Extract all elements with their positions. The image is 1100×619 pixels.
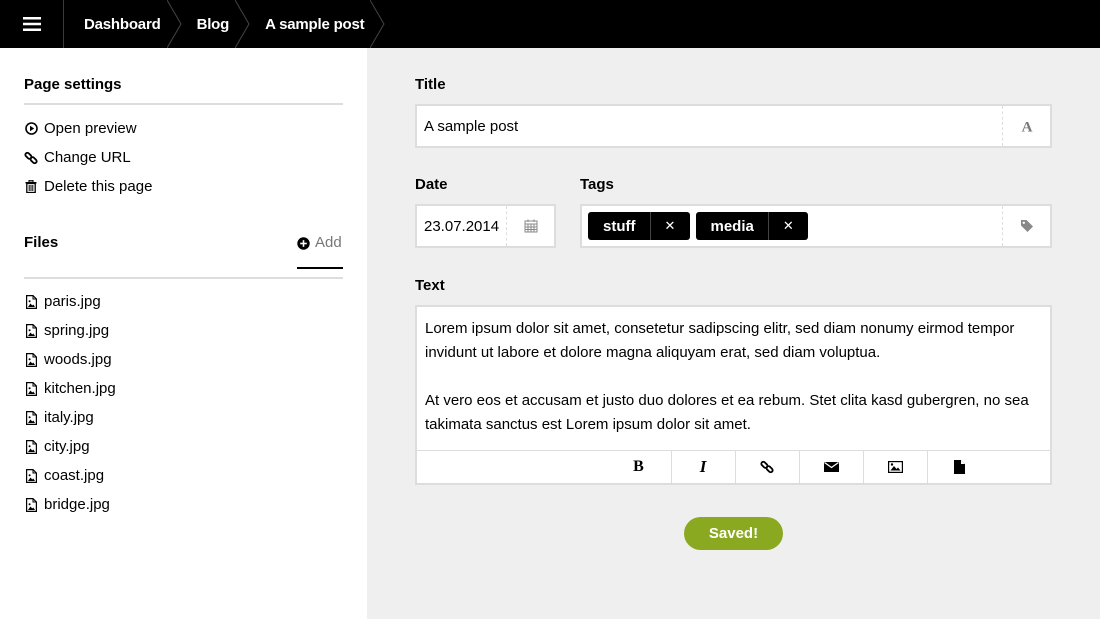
file-item[interactable]: coast.jpg [24,461,343,490]
file-icon [953,460,965,474]
breadcrumb-item-current[interactable]: A sample post [243,0,386,48]
link-button[interactable] [734,451,799,483]
action-label: Delete this page [44,178,153,195]
tag-label: stuff [603,217,636,235]
file-name: italy.jpg [44,409,94,426]
chevron-separator-icon [235,0,250,48]
tags-list: stuff ✕ media ✕ [588,212,1002,240]
text-editor-content[interactable]: Lorem ipsum dolor sit amet, consetetur s… [417,307,1050,451]
files-header: Files Add [24,221,343,279]
breadcrumb-item-blog[interactable]: Blog [175,0,250,48]
image-file-icon [24,294,38,309]
add-file-button[interactable]: Add [297,232,343,269]
title-input-value[interactable]: A sample post [417,118,1002,135]
file-name: woods.jpg [44,351,112,368]
text-paragraph: At vero eos et accusam et justo duo dolo… [425,392,1029,433]
image-file-icon [24,381,38,396]
tags-label: Tags [580,176,614,193]
breadcrumb: Dashboard Blog A sample post [64,0,386,48]
date-input-value[interactable]: 23.07.2014 [417,218,506,235]
menu-button[interactable] [0,0,64,48]
file-name: bridge.jpg [44,496,110,513]
breadcrumb-item-dashboard[interactable]: Dashboard [64,0,182,48]
file-item[interactable]: spring.jpg [24,316,343,345]
file-name: city.jpg [44,438,90,455]
page-settings-header: Page settings [24,48,343,105]
delete-page-link[interactable]: Delete this page [24,172,343,201]
image-file-icon [24,468,38,483]
email-button[interactable] [798,451,863,483]
breadcrumb-label: Dashboard [84,15,161,33]
image-file-icon [24,439,38,454]
chevron-separator-icon [166,0,182,48]
remove-tag-icon[interactable]: ✕ [767,212,808,240]
file-item[interactable]: woods.jpg [24,345,343,374]
chevron-separator-icon [370,0,386,48]
top-bar: Dashboard Blog A sample post [0,0,1100,48]
image-file-icon [24,323,38,338]
file-item[interactable]: paris.jpg [24,287,343,316]
action-label: Change URL [44,149,131,166]
file-name: spring.jpg [44,322,110,339]
sidebar: Page settings Open preview Change URL De… [0,48,367,619]
page-settings-title: Page settings [24,76,122,93]
file-name: coast.jpg [44,467,105,484]
action-label: Open preview [44,120,137,137]
italic-button[interactable]: I [670,451,735,483]
tag-icon[interactable] [1002,206,1050,246]
file-item[interactable]: city.jpg [24,432,343,461]
trash-icon [24,180,38,194]
date-label: Date [415,176,448,193]
date-field[interactable]: 23.07.2014 [415,204,556,248]
file-name: paris.jpg [44,293,101,310]
tag-label: media [710,217,754,235]
image-button[interactable] [862,451,927,483]
file-button[interactable] [926,451,991,483]
image-file-icon [24,497,38,512]
bold-button[interactable]: B [607,451,671,483]
image-file-icon [24,410,38,425]
tag-chip: stuff ✕ [588,212,690,240]
files-title: Files [24,234,59,251]
play-circle-icon [24,122,38,136]
link-icon [760,460,774,474]
file-item[interactable]: kitchen.jpg [24,374,343,403]
editor-toolbar: B I [417,450,1050,483]
file-name: kitchen.jpg [44,380,116,397]
plus-circle-icon [297,237,310,254]
image-icon [887,461,903,473]
file-item[interactable]: italy.jpg [24,403,343,432]
svg-text:A: A [1021,120,1032,134]
remove-tag-icon[interactable]: ✕ [649,212,690,240]
title-label: Title [415,76,446,93]
change-url-link[interactable]: Change URL [24,143,343,172]
text-paragraph: Lorem ipsum dolor sit amet, consetetur s… [425,320,1015,361]
text-label: Text [415,277,445,294]
image-file-icon [24,352,38,367]
tags-field[interactable]: stuff ✕ media ✕ [580,204,1052,248]
text-editor[interactable]: Lorem ipsum dolor sit amet, consetetur s… [415,305,1052,485]
envelope-icon [823,462,839,472]
tag-chip: media ✕ [695,212,808,240]
file-item[interactable]: bridge.jpg [24,490,343,519]
calendar-icon[interactable] [506,206,554,246]
add-file-label: Add [315,234,342,251]
font-icon[interactable]: A [1002,106,1050,146]
main-editor: Title A sample post A Date 23.07.2014 Ta… [367,48,1100,619]
breadcrumb-label: Blog [196,15,230,33]
page-actions-list: Open preview Change URL Delete this page [24,114,343,201]
files-list: paris.jpg spring.jpg woods.jpg kitchen.jpg i… [24,287,343,519]
hamburger-icon [22,17,41,31]
title-field[interactable]: A sample post A [415,104,1052,148]
link-icon [24,151,38,165]
save-button[interactable]: Saved! [684,517,783,550]
open-preview-link[interactable]: Open preview [24,114,343,143]
breadcrumb-label: A sample post [265,15,365,33]
